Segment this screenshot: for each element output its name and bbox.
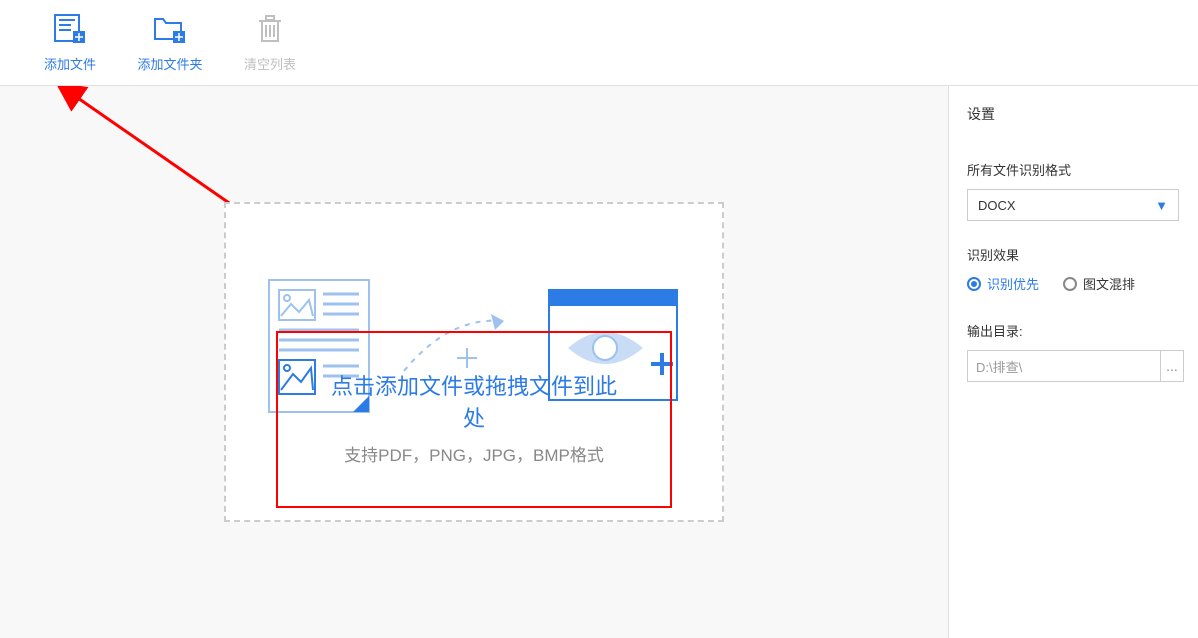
add-folder-label: 添加文件夹 [137,54,202,73]
add-file-label: 添加文件 [44,54,96,73]
trash-icon [256,13,284,46]
format-select[interactable]: DOCX ▼ [967,189,1179,221]
radio-icon [967,277,981,291]
add-folder-button[interactable]: 添加文件夹 [120,0,220,85]
dropzone-subtitle: 支持PDF，PNG，JPG，BMP格式 [324,441,624,466]
format-label: 所有文件识别格式 [967,160,1184,179]
output-label: 输出目录: [967,321,1184,340]
radio-recognition-priority[interactable]: 识别优先 [967,274,1039,293]
clear-list-button[interactable]: 清空列表 [220,0,320,85]
output-path-input[interactable] [967,350,1160,382]
sidebar-title: 设置 [967,104,1184,124]
clear-list-label: 清空列表 [244,54,296,73]
chevron-down-icon: ▼ [1155,198,1168,213]
add-file-icon [53,13,87,46]
add-file-button[interactable]: 添加文件 [20,0,120,85]
add-folder-icon [153,13,187,46]
effect-label: 识别效果 [967,245,1184,264]
dropzone-title: 点击添加文件或拖拽文件到此处 [324,369,624,433]
format-select-value: DOCX [978,198,1016,213]
radio-icon [1063,277,1077,291]
browse-button[interactable]: ... [1160,350,1184,382]
main-content: 点击添加文件或拖拽文件到此处 支持PDF，PNG，JPG，BMP格式 [0,86,948,638]
settings-sidebar: 设置 所有文件识别格式 DOCX ▼ 识别效果 识别优先 图文混排 输出目录: … [948,86,1198,638]
dropzone[interactable]: 点击添加文件或拖拽文件到此处 支持PDF，PNG，JPG，BMP格式 [224,202,724,522]
annotation-red-box: 点击添加文件或拖拽文件到此处 支持PDF，PNG，JPG，BMP格式 [276,331,672,508]
radio-image-text-mix[interactable]: 图文混排 [1063,274,1135,293]
